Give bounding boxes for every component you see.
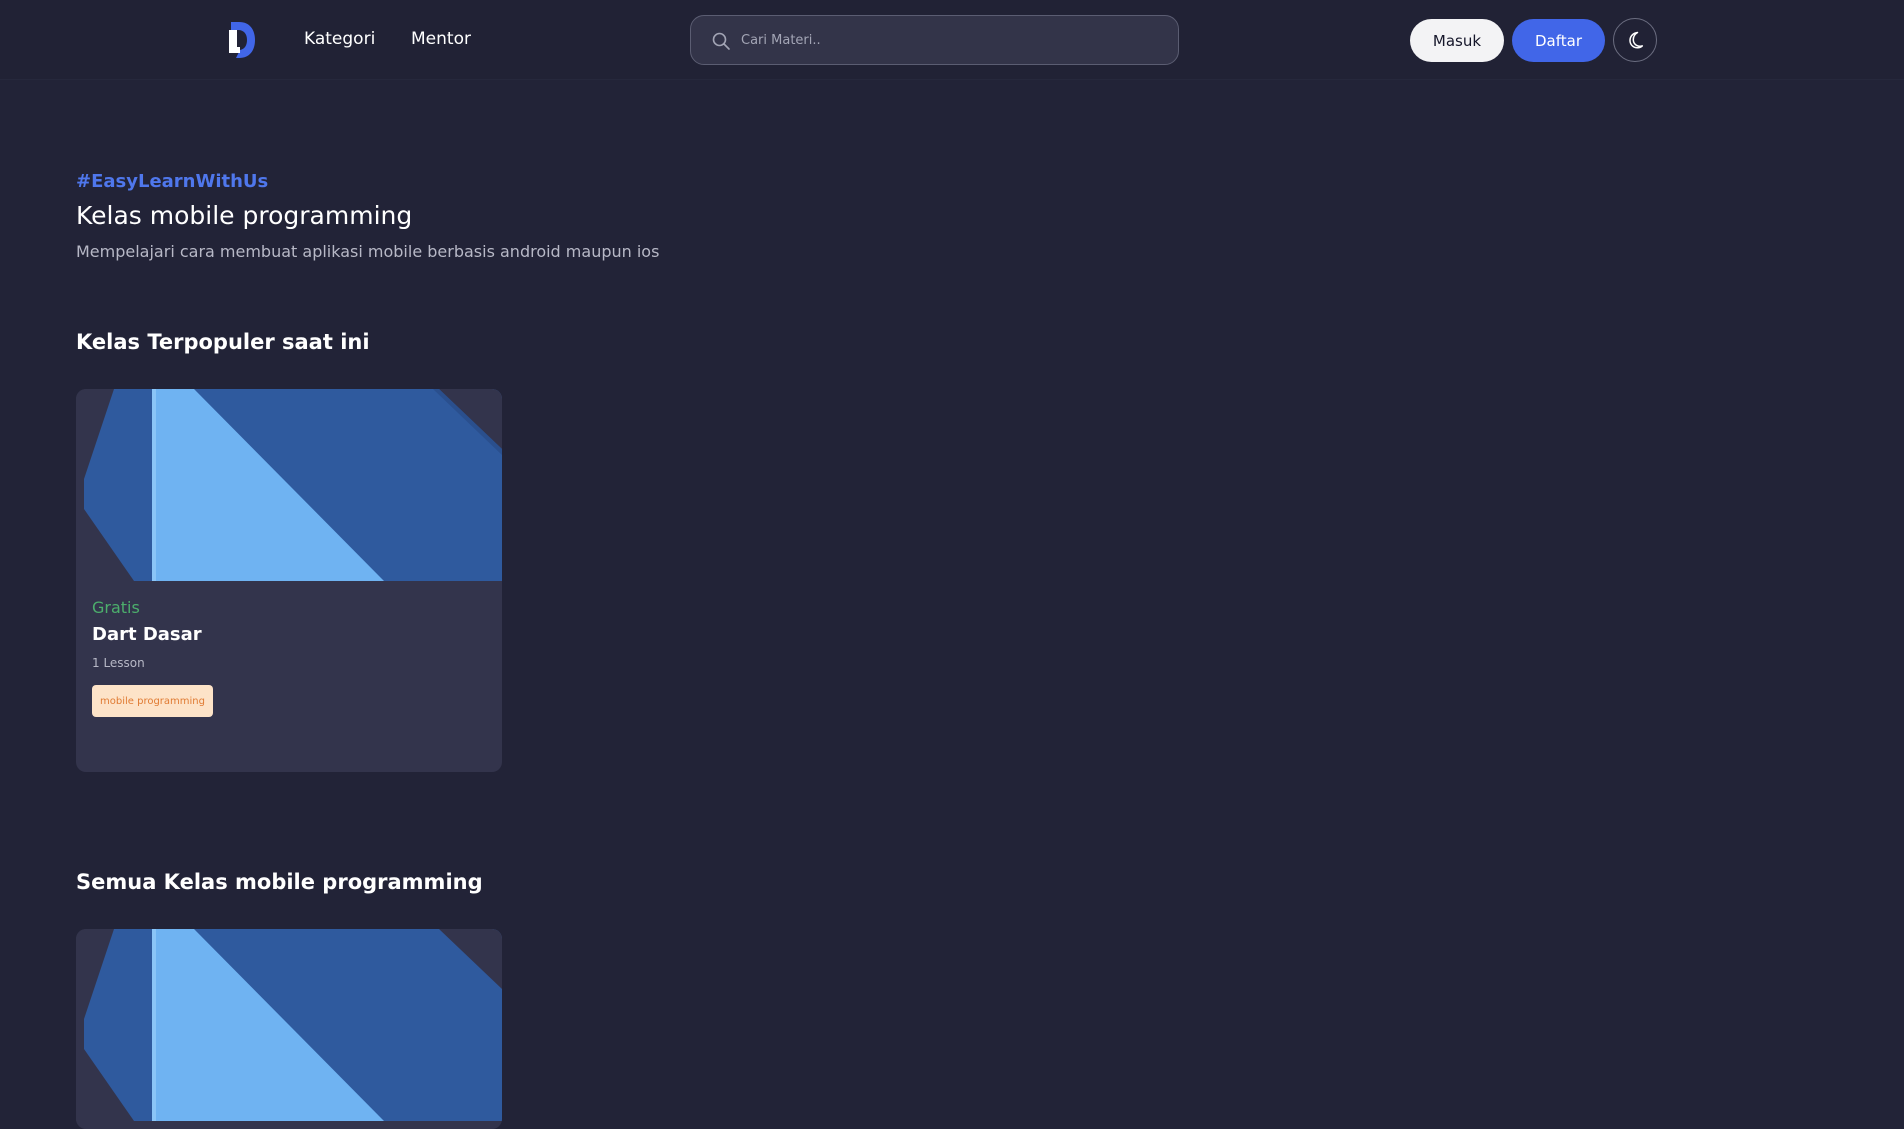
- course-lesson-count: 1 Lesson: [92, 656, 145, 670]
- course-card[interactable]: [76, 929, 502, 1129]
- course-thumbnail: [76, 389, 502, 581]
- course-category-badge[interactable]: mobile programming: [92, 685, 213, 717]
- course-title: Dart Dasar: [92, 624, 202, 645]
- course-price: Gratis: [92, 598, 140, 617]
- section-title-all: Semua Kelas mobile programming: [76, 870, 483, 894]
- section-title-popular: Kelas Terpopuler saat ini: [76, 330, 370, 354]
- hero-hashtag: #EasyLearnWithUs: [76, 171, 269, 192]
- search-input[interactable]: [739, 16, 1159, 64]
- page-description: Mempelajari cara membuat aplikasi mobile…: [76, 242, 660, 261]
- search-bar: [690, 15, 1179, 65]
- moon-icon: [1629, 31, 1644, 49]
- theme-toggle-button[interactable]: [1613, 18, 1657, 62]
- navbar: Kategori Mentor Masuk Daftar: [0, 0, 1904, 80]
- course-card[interactable]: Gratis Dart Dasar 1 Lesson mobile progra…: [76, 389, 502, 772]
- search-icon: [712, 32, 730, 50]
- nav-link-kategori[interactable]: Kategori: [304, 29, 375, 49]
- d-logo-icon[interactable]: [226, 20, 256, 60]
- nav-link-mentor[interactable]: Mentor: [411, 29, 471, 49]
- course-thumbnail: [76, 929, 502, 1121]
- register-button[interactable]: Daftar: [1512, 19, 1605, 62]
- page-title: Kelas mobile programming: [76, 201, 413, 230]
- login-button[interactable]: Masuk: [1410, 19, 1504, 62]
